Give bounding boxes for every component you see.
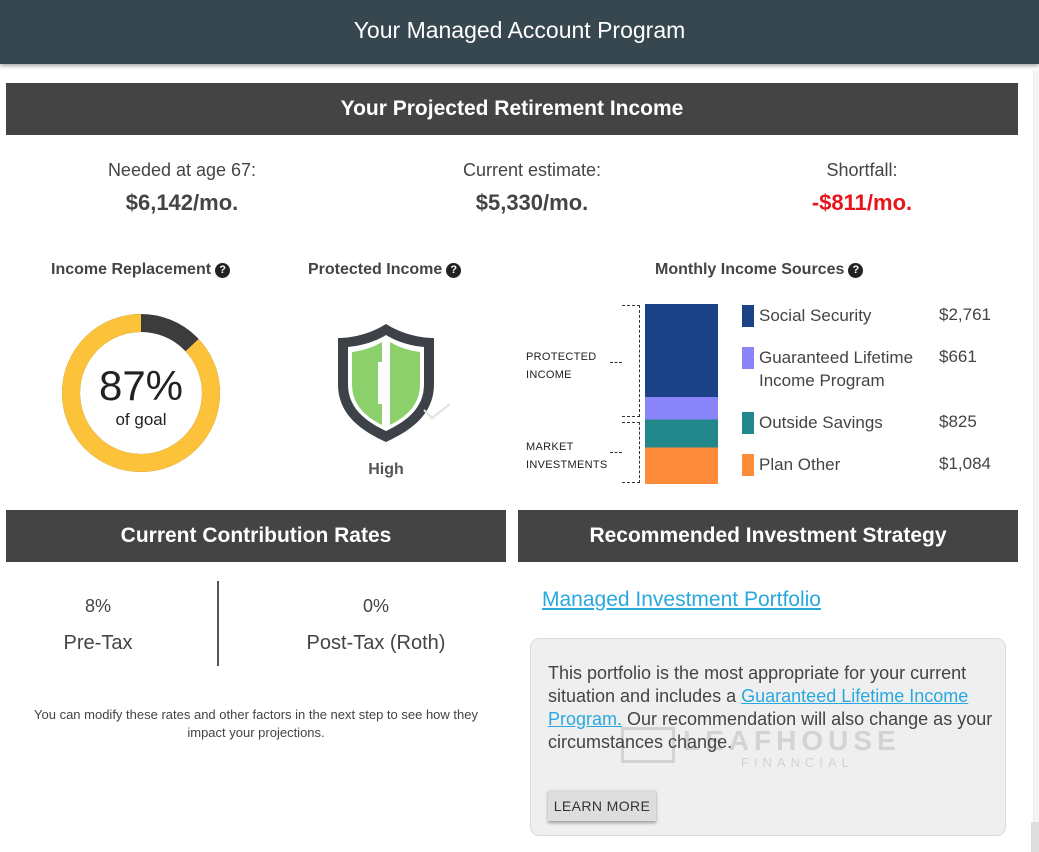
recommendation-card: LEAFHOUSE FINANCIAL This portfolio is th… [530, 638, 1006, 836]
income-replacement-subtitle: of goal [115, 410, 167, 429]
shortfall-label: Shortfall: [826, 160, 898, 180]
strategy-heading: Recommended Investment Strategy [518, 510, 1018, 562]
market-investments-group-label: MARKET INVESTMENTS [526, 441, 608, 471]
shield-icon [338, 324, 450, 442]
projected-income-heading: Your Projected Retirement Income [6, 83, 1018, 135]
learn-more-button[interactable]: LEARN MORE [548, 790, 656, 821]
needed-income-value: $6,142/mo. [125, 190, 239, 215]
market-bracket-tick [610, 452, 622, 453]
legend-swatch-plan-other [742, 454, 754, 476]
income-replacement-heading: Income Replacement? [51, 261, 231, 279]
legend-value-outside-savings: $825 [939, 412, 977, 431]
contribution-divider [217, 581, 219, 666]
income-replacement-title: Income Replacement [51, 261, 212, 278]
legend-swatch-social-security [742, 305, 754, 327]
protected-income-title: Protected Income [308, 261, 443, 278]
current-estimate-label: Current estimate: [462, 160, 602, 180]
legend-value-plan-other: $1,084 [939, 454, 991, 473]
protected-income-heading: Protected Income? [308, 261, 462, 279]
monthly-sources-heading: Monthly Income Sources? [655, 261, 864, 279]
posttax-rate-value: 0% [362, 596, 389, 616]
stack-segment-guaranteed-income [645, 397, 718, 420]
legend-label-plan-other: Plan Other [759, 455, 841, 474]
recommendation-description: This portfolio is the most appropriate f… [548, 662, 993, 754]
stack-segment-plan-other [645, 447, 718, 484]
legend-swatch-guaranteed-income [742, 347, 754, 369]
current-estimate-stat: Current estimate: $5,330/mo. [402, 160, 662, 216]
posttax-rate-label: Post-Tax (Roth) [306, 632, 446, 654]
legend-swatch-outside-savings [742, 412, 754, 434]
contribution-rates-heading: Current Contribution Rates [6, 510, 506, 562]
legend-label-outside-savings: Outside Savings [759, 413, 883, 432]
protected-bracket [622, 305, 640, 417]
question-icon[interactable]: ? [848, 263, 864, 278]
scrollbar-thumb[interactable] [1031, 822, 1039, 852]
contribution-note: You can modify these rates and other fac… [34, 707, 478, 740]
legend-label-social-security: Social Security [759, 306, 872, 325]
stack-segment-outside-savings [645, 419, 718, 448]
protected-income-level: High [368, 461, 404, 478]
current-estimate-value: $5,330/mo. [475, 190, 589, 215]
shortfall-stat: Shortfall: -$811/mo. [732, 160, 992, 216]
pretax-rate-value: 8% [84, 596, 111, 616]
managed-portfolio-link[interactable]: Managed Investment Portfolio [542, 588, 821, 612]
watermark-sub: FINANCIAL [741, 755, 854, 770]
page-title: Your Managed Account Program [353, 17, 686, 43]
pretax-rate-label: Pre-Tax [63, 632, 133, 654]
protected-income-group-label: PROTECTED INCOME [526, 351, 597, 381]
monthly-sources-title: Monthly Income Sources [655, 261, 845, 278]
question-icon[interactable]: ? [215, 263, 231, 278]
income-replacement-percent: 87% [98, 362, 184, 409]
needed-income-stat: Needed at age 67: $6,142/mo. [52, 160, 312, 216]
shortfall-value: -$811/mo. [811, 190, 913, 215]
protected-bracket-tick [610, 362, 622, 363]
income-sources-stacked-bar [645, 304, 718, 484]
question-icon[interactable]: ? [446, 263, 462, 278]
scrollbar-track[interactable] [1033, 70, 1039, 850]
legend-value-guaranteed-income: $661 [939, 347, 977, 366]
legend-label-guaranteed-income: Guaranteed Lifetime Income Program [759, 348, 914, 390]
needed-income-label: Needed at age 67: [107, 160, 257, 180]
stack-segment-social-security [645, 304, 718, 398]
market-bracket [622, 422, 640, 483]
legend-value-social-security: $2,761 [939, 305, 991, 324]
app-header: Your Managed Account Program [0, 0, 1039, 64]
